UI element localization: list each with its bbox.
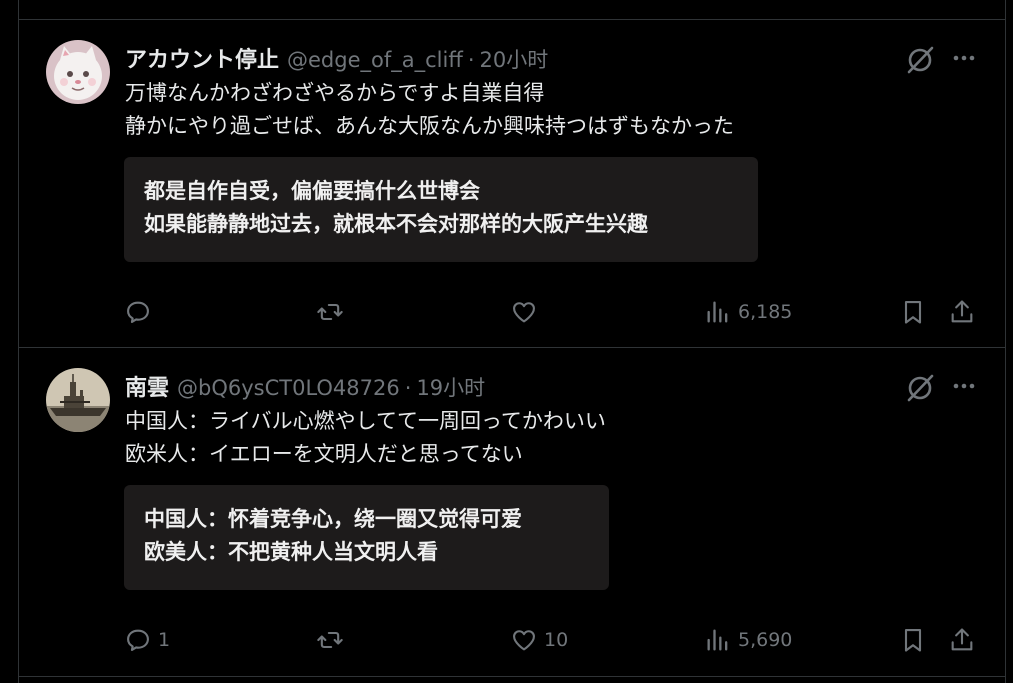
- user-handle[interactable]: @bQ6ysCT0LO48726: [177, 376, 400, 400]
- views-button[interactable]: 5,690: [704, 622, 792, 658]
- bookmark-icon: [904, 301, 922, 324]
- share-icon: [951, 300, 973, 323]
- translation-box: 都是自作自受，偏偏要搞什么世博会 如果能静静地过去，就根本不会对那样的大阪产生兴…: [124, 157, 758, 262]
- tweet-text-line: 静かにやり過ごせば、あんな大阪なんか興味持つはずもなかった: [125, 114, 734, 138]
- bookmark-button[interactable]: [899, 622, 927, 658]
- avatar[interactable]: [46, 40, 110, 104]
- timestamp[interactable]: 20小时: [480, 44, 549, 74]
- reply-button[interactable]: 1: [124, 622, 170, 658]
- share-button[interactable]: [948, 622, 976, 658]
- tweet[interactable]: 南雲 @bQ6ysCT0LO48726 · 19小时 中国人：ライバル心燃やして…: [18, 348, 1006, 676]
- grok-icon[interactable]: [904, 372, 936, 404]
- reply-icon: [127, 301, 149, 323]
- separator-dot: ·: [404, 376, 412, 400]
- tweet-header: アカウント停止 @edge_of_a_cliff · 20小时: [125, 42, 549, 74]
- reply-icon: [127, 629, 149, 651]
- separator-dot: ·: [467, 48, 475, 72]
- tweet-text-line: 欧米人：イエローを文明人だと思ってない: [125, 442, 523, 466]
- more-options-icon[interactable]: [950, 372, 978, 400]
- tweet[interactable]: アカウント停止 @edge_of_a_cliff · 20小时 万博なんかわざわ…: [18, 20, 1006, 347]
- like-button[interactable]: [510, 294, 544, 330]
- tweet-text: 中国人：ライバル心燃やしてて一周回ってかわいい 欧米人：イエローを文明人だと思っ…: [125, 405, 606, 471]
- view-count: 6,185: [738, 301, 793, 323]
- retweet-button[interactable]: [316, 294, 350, 330]
- heart-icon: [513, 630, 535, 651]
- avatar[interactable]: [46, 368, 110, 432]
- action-bar: 6,185: [124, 294, 978, 330]
- view-count: 5,690: [738, 629, 793, 651]
- divider: [18, 676, 1006, 677]
- tweet-text-line: 万博なんかわざわざやるからですよ自業自得: [125, 81, 545, 105]
- like-count: 10: [544, 629, 569, 651]
- timestamp[interactable]: 19小时: [416, 372, 485, 402]
- translation-line: 都是自作自受，偏偏要搞什么世博会: [144, 179, 480, 203]
- tweet-header: 南雲 @bQ6ysCT0LO48726 · 19小时: [125, 370, 485, 402]
- share-button[interactable]: [948, 294, 976, 330]
- bar-chart-icon: [707, 629, 728, 651]
- display-name[interactable]: 南雲: [125, 370, 169, 402]
- translation-line: 中国人：怀着竞争心，绕一圈又觉得可爱: [144, 507, 522, 531]
- battleship-avatar-icon: [46, 368, 110, 432]
- action-bar: 1 10 5,690: [124, 622, 978, 658]
- white-cat-avatar-icon: [46, 40, 110, 104]
- bookmark-icon: [904, 629, 922, 652]
- display-name[interactable]: アカウント停止: [125, 42, 279, 74]
- bar-chart-icon: [707, 301, 728, 323]
- retweet-icon: [317, 303, 343, 321]
- retweet-button[interactable]: [316, 622, 350, 658]
- like-button[interactable]: 10: [510, 622, 568, 658]
- retweet-icon: [317, 631, 343, 649]
- tweet-text-line: 中国人：ライバル心燃やしてて一周回ってかわいい: [125, 409, 606, 433]
- translation-box: 中国人：怀着竞争心，绕一圈又觉得可爱 欧美人：不把黄种人当文明人看: [124, 485, 609, 590]
- reply-button[interactable]: [124, 294, 158, 330]
- translation-line: 欧美人：不把黄种人当文明人看: [144, 540, 438, 564]
- heart-icon: [513, 302, 535, 323]
- user-handle[interactable]: @edge_of_a_cliff: [287, 48, 463, 72]
- translation-line: 如果能静静地过去，就根本不会对那样的大阪产生兴趣: [144, 212, 648, 236]
- share-icon: [951, 628, 973, 651]
- bookmark-button[interactable]: [899, 294, 927, 330]
- more-options-icon[interactable]: [950, 44, 978, 72]
- reply-count: 1: [158, 629, 171, 651]
- views-button[interactable]: 6,185: [704, 294, 792, 330]
- tweet-text: 万博なんかわざわざやるからですよ自業自得 静かにやり過ごせば、あんな大阪なんか興…: [125, 77, 734, 143]
- grok-icon[interactable]: [904, 44, 936, 76]
